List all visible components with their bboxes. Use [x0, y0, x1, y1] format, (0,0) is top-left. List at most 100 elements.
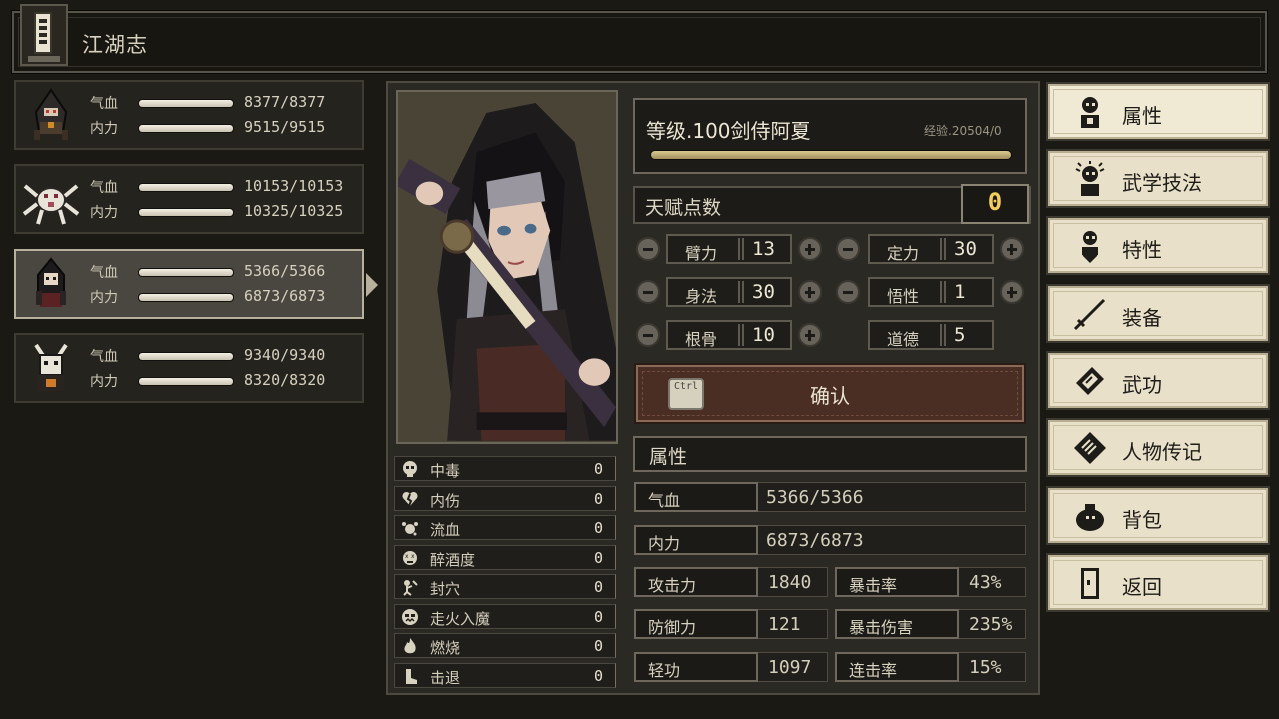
- party-member-card-selected[interactable]: 气血 5366/5366 内力 6873/6873: [14, 249, 378, 319]
- menu-biography-button[interactable]: 人物传记: [1046, 418, 1270, 477]
- attribute-value: 10: [752, 324, 775, 346]
- menu-label: 背包: [1122, 508, 1162, 532]
- hooded-swordswoman-avatar: [36, 257, 66, 307]
- stat-combo-row: 连击率 15%: [835, 652, 1026, 682]
- bag-icon: [1076, 504, 1104, 531]
- stat-crit-row: 暴击率 43%: [835, 567, 1026, 597]
- status-value: 0: [593, 578, 603, 596]
- svg-text:x: x: [411, 553, 415, 560]
- stat-value: 43%: [969, 572, 1002, 593]
- character-portrait: [396, 90, 618, 444]
- status-value: 0: [593, 519, 603, 537]
- confirm-label: 确认: [810, 384, 850, 408]
- mp-label: 内力: [90, 374, 118, 390]
- attribute-name: 道德: [886, 330, 919, 349]
- menu-martial-arts-button[interactable]: 武功: [1046, 351, 1270, 410]
- mp-value: 9515/9515: [244, 118, 326, 136]
- mp-bar: [138, 208, 234, 217]
- menu-label: 特性: [1122, 238, 1162, 262]
- stats-header-panel: [633, 436, 1027, 472]
- hp-bar: [138, 268, 234, 277]
- status-name: 内伤: [430, 492, 461, 510]
- menu-label: 装备: [1122, 306, 1162, 330]
- party-member-card[interactable]: 气血 9340/9340 内力 8320/8320: [14, 333, 364, 403]
- mp-label: 内力: [90, 121, 118, 137]
- status-effect-row: 击退 0: [394, 663, 616, 688]
- mp-value: 10325/10325: [244, 202, 344, 220]
- decrease-focus-button[interactable]: [836, 237, 860, 261]
- selection-arrow-icon: [366, 273, 378, 297]
- menu-label: 武功: [1122, 373, 1162, 397]
- hooded-assassin-avatar: [34, 88, 68, 140]
- stat-attack-row: 攻击力 1840: [634, 567, 828, 597]
- menu-equipment-button[interactable]: 装备: [1046, 284, 1270, 343]
- scroll-book-icon: [1076, 367, 1104, 395]
- hp-bar: [138, 352, 234, 361]
- stat-mp-row: 内力 6873/6873: [634, 525, 1026, 555]
- stat-agility-row: 轻功 1097: [634, 652, 828, 682]
- boot-icon: [406, 669, 417, 684]
- stat-value: 235%: [969, 614, 1013, 635]
- hp-label: 气血: [90, 180, 118, 196]
- mp-bar: [138, 377, 234, 386]
- menu-label: 人物传记: [1122, 440, 1202, 464]
- attribute-value: 13: [752, 238, 775, 260]
- increase-constitution-button[interactable]: [798, 323, 822, 347]
- spider-creature-avatar: [22, 184, 80, 225]
- broken-heart-icon: [402, 491, 418, 507]
- acupoint-icon: [403, 580, 418, 596]
- attribute-value: 1: [954, 281, 966, 303]
- character-level-name: 等级.100剑侍阿夏: [646, 119, 811, 143]
- attribute-name: 根骨: [684, 330, 717, 349]
- status-effect-row: 内伤 0: [394, 486, 616, 511]
- stats-header: 属性: [649, 446, 688, 468]
- decrease-constitution-button[interactable]: [636, 323, 660, 347]
- menu-traits-button[interactable]: 特性: [1046, 216, 1270, 275]
- person-heart-icon: [1082, 231, 1098, 263]
- menu-return-button[interactable]: 返回: [1046, 553, 1270, 612]
- flame-icon: [404, 638, 416, 654]
- stat-label: 气血: [648, 491, 681, 510]
- menu-label: 返回: [1122, 575, 1162, 599]
- mp-label: 内力: [90, 205, 118, 221]
- status-effect-row: 走火入魔 0: [394, 604, 616, 629]
- menu-martial-techniques-button[interactable]: 武学技法: [1046, 149, 1270, 208]
- increase-agility-button[interactable]: [798, 280, 822, 304]
- attribute-morality: 道德 5: [868, 320, 994, 350]
- stat-label: 轻功: [648, 661, 681, 680]
- decrease-agility-button[interactable]: [636, 280, 660, 304]
- increase-focus-button[interactable]: [1000, 237, 1024, 261]
- stat-label: 连击率: [849, 661, 898, 680]
- status-name: 击退: [430, 669, 461, 687]
- status-effect-row: 中毒 0: [394, 456, 616, 481]
- menu-attributes-button[interactable]: 属性: [1046, 82, 1270, 141]
- horned-demon-avatar: [34, 343, 68, 391]
- increase-strength-button[interactable]: [798, 237, 822, 261]
- experience-bar: [650, 150, 1012, 160]
- stat-value: 1097: [768, 657, 812, 678]
- party-member-card[interactable]: 气血 10153/10153 内力 10325/10325: [14, 164, 364, 234]
- talent-points-value: 0: [987, 188, 1003, 216]
- attribute-name: 悟性: [886, 287, 919, 306]
- status-name: 封穴: [430, 580, 461, 598]
- party-member-card[interactable]: 气血 8377/8377 内力 9515/9515: [14, 80, 364, 150]
- increase-comprehension-button[interactable]: [1000, 280, 1024, 304]
- decrease-comprehension-button[interactable]: [836, 280, 860, 304]
- hp-value: 10153/10153: [244, 177, 344, 195]
- status-value: 0: [593, 549, 603, 567]
- status-name: 流血: [430, 521, 461, 539]
- skull-icon: [403, 461, 417, 477]
- status-value: 0: [593, 637, 603, 655]
- attribute-strength: 臂力 13: [666, 234, 792, 264]
- talent-points-label: 天赋点数: [645, 197, 722, 219]
- status-name: 醉酒度: [430, 551, 476, 569]
- hp-label: 气血: [90, 96, 118, 112]
- decrease-strength-button[interactable]: [636, 237, 660, 261]
- status-effect-row: 燃烧 0: [394, 633, 616, 658]
- stat-defense-row: 防御力 121: [634, 609, 828, 639]
- menu-label: 属性: [1122, 104, 1162, 128]
- mp-bar: [138, 293, 234, 302]
- menu-backpack-button[interactable]: 背包: [1046, 486, 1270, 545]
- sword-icon: [1073, 298, 1106, 331]
- menu-label: 武学技法: [1122, 171, 1202, 195]
